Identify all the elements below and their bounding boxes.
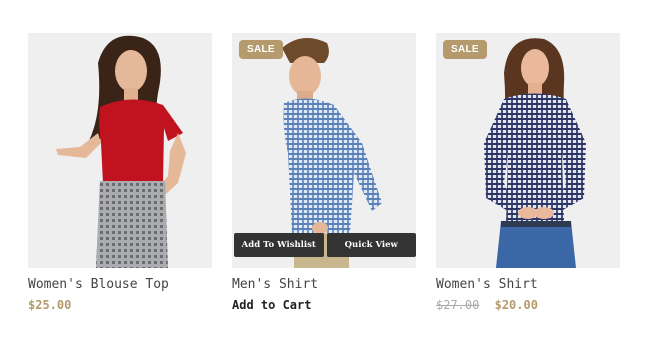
- sale-badge: SALE: [443, 40, 487, 59]
- product-card[interactable]: Women's Blouse Top $25.00: [28, 33, 212, 313]
- product-photo-illustration: [484, 38, 586, 268]
- price-row: $25.00: [28, 297, 212, 313]
- product-card[interactable]: SALE Women's Shirt $27.00 $20.00: [436, 33, 620, 313]
- product-name[interactable]: Men's Shirt: [232, 277, 416, 293]
- product-image[interactable]: SALE: [232, 33, 416, 268]
- quick-view-button[interactable]: Quick View: [326, 233, 416, 257]
- product-image[interactable]: [28, 33, 212, 268]
- product-price: $25.00: [28, 298, 72, 312]
- product-card[interactable]: SALE Add To Wishlist Quick View Men's Sh…: [232, 33, 416, 313]
- product-name[interactable]: Women's Blouse Top: [28, 277, 212, 293]
- product-name[interactable]: Women's Shirt: [436, 277, 620, 293]
- add-to-cart-link[interactable]: Add to Cart: [232, 298, 311, 312]
- sale-price: $20.00: [494, 298, 538, 312]
- price-row: Add to Cart: [232, 297, 416, 313]
- product-photo-illustration: [56, 35, 186, 268]
- sale-badge: SALE: [239, 40, 283, 59]
- price-row: $27.00 $20.00: [436, 297, 620, 313]
- add-to-wishlist-button[interactable]: Add To Wishlist: [234, 233, 324, 257]
- product-image[interactable]: SALE: [436, 33, 620, 268]
- original-price: $27.00: [436, 298, 480, 312]
- hover-actions: Add To Wishlist Quick View: [234, 233, 416, 257]
